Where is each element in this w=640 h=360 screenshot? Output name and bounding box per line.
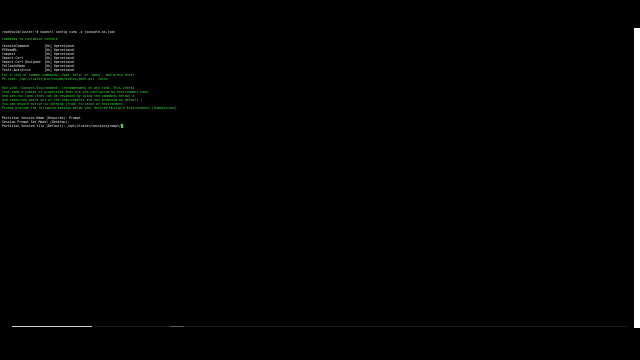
video-progress-fill bbox=[12, 326, 92, 327]
input-prompt-text: Partition Session file (Default): /opt/c… bbox=[2, 124, 121, 128]
video-progress-track[interactable] bbox=[12, 326, 628, 327]
terminal-window[interactable]: root@coldcluster:~# kubectl config view … bbox=[0, 28, 634, 328]
window-edge bbox=[634, 28, 640, 328]
top-bar bbox=[0, 0, 640, 28]
section-heading: Commands to customize console bbox=[2, 37, 58, 41]
bottom-bar bbox=[0, 328, 640, 360]
video-seek-marker[interactable] bbox=[170, 326, 184, 327]
instruction-line: Please provide the following session bel… bbox=[2, 106, 179, 110]
input-prompt-line: Partition Session file (Default): /opt/c… bbox=[2, 124, 123, 128]
status-row: Tests-Analytics [Ok] Operational bbox=[2, 68, 75, 72]
text-cursor bbox=[120, 124, 123, 128]
help-line: PS root: /opt/cluster/bin/resume/status/… bbox=[2, 77, 108, 81]
prompt-line: root@coldcluster:~# kubectl config view … bbox=[2, 30, 116, 34]
